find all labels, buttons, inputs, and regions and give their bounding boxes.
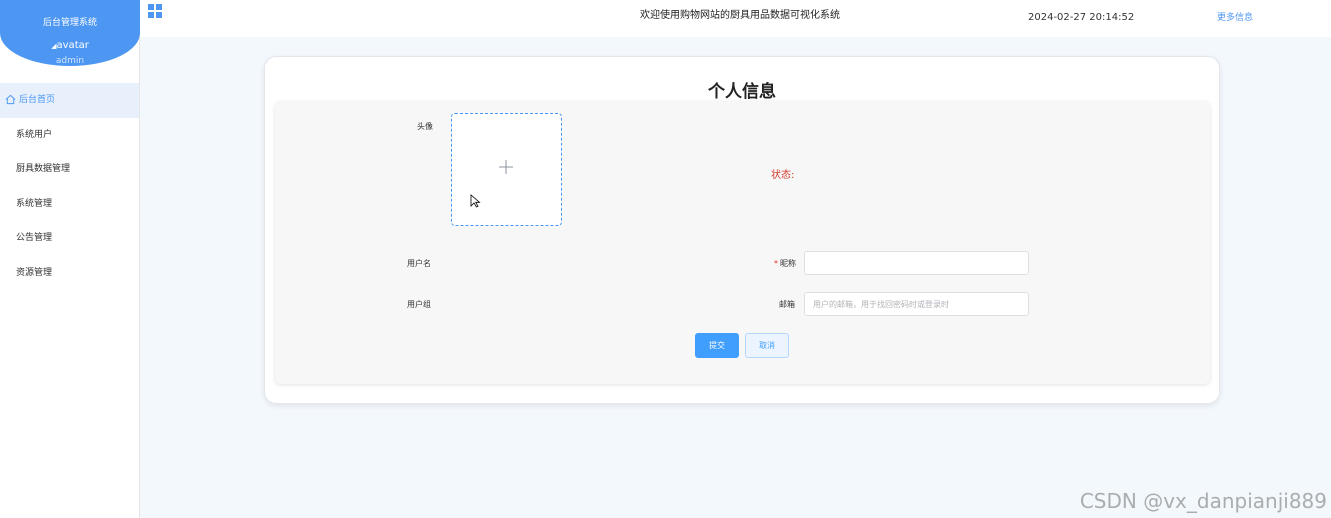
sidebar-item-label: 系统用户 xyxy=(16,129,53,140)
sidebar-item-users[interactable]: 系统用户 xyxy=(0,118,139,153)
more-info-link[interactable]: 更多信息 xyxy=(1217,10,1253,23)
group-label: 用户组 xyxy=(407,300,431,309)
nickname-input[interactable] xyxy=(804,251,1029,275)
avatar[interactable]: ◢avatar xyxy=(0,40,140,51)
mouse-cursor-icon xyxy=(470,194,481,208)
avatar-uploader[interactable] xyxy=(451,113,562,226)
profile-card: 个人信息 头像 状态: 用户名 *昵称 用户组 邮箱 提交 取消 xyxy=(264,56,1220,404)
sidebar-menu: 后台首页 系统用户 厨具数据管理 系统管理 公告管理 资源管理 xyxy=(0,83,139,290)
header-title: 欢迎使用购物网站的厨具用品数据可视化系统 xyxy=(640,10,840,21)
sidebar-item-notice[interactable]: 公告管理 xyxy=(0,221,139,256)
plus-icon xyxy=(499,160,513,174)
sidebar-item-resources[interactable]: 资源管理 xyxy=(0,256,139,291)
avatar-label: 头像 xyxy=(417,122,433,131)
sidebar: 后台管理系统 ◢avatar admin 后台首页 系统用户 厨具数据管理 系统… xyxy=(0,0,140,518)
profile-form: 头像 状态: 用户名 *昵称 用户组 邮箱 提交 取消 xyxy=(275,101,1210,384)
required-mark: * xyxy=(774,259,778,268)
nickname-label: * 昵称 xyxy=(774,258,796,269)
page-title: 个人信息 xyxy=(708,82,776,102)
cancel-button[interactable]: 取消 xyxy=(745,333,789,358)
sidebar-item-label: 厨具数据管理 xyxy=(16,164,71,174)
email-label: 邮箱 xyxy=(779,300,795,309)
watermark: CSDN @vx_danpianji889 xyxy=(1079,489,1327,513)
home-icon xyxy=(5,94,16,105)
nickname-label-text: 昵称 xyxy=(780,259,796,268)
menu-toggle-grid-icon[interactable] xyxy=(148,4,162,18)
sidebar-header: 后台管理系统 ◢avatar admin xyxy=(0,0,140,66)
username: admin xyxy=(55,56,85,66)
avatar-alt-text: avatar xyxy=(56,40,89,51)
status-label: 状态: xyxy=(771,170,795,181)
sidebar-item-label: 公告管理 xyxy=(16,233,53,243)
email-input[interactable] xyxy=(804,292,1029,316)
sidebar-item-home[interactable]: 后台首页 xyxy=(0,83,139,118)
sidebar-item-label: 资源管理 xyxy=(16,267,53,278)
system-title: 后台管理系统 xyxy=(42,18,97,28)
sidebar-item-label: 后台首页 xyxy=(19,95,56,105)
submit-button[interactable]: 提交 xyxy=(695,333,739,358)
sidebar-item-label: 系统管理 xyxy=(16,198,53,209)
username-label: 用户名 xyxy=(407,259,431,268)
header-datetime: 2024-02-27 20:14:52 xyxy=(1028,12,1135,23)
sidebar-item-cookware[interactable]: 厨具数据管理 xyxy=(0,152,139,187)
sidebar-item-system[interactable]: 系统管理 xyxy=(0,187,139,222)
